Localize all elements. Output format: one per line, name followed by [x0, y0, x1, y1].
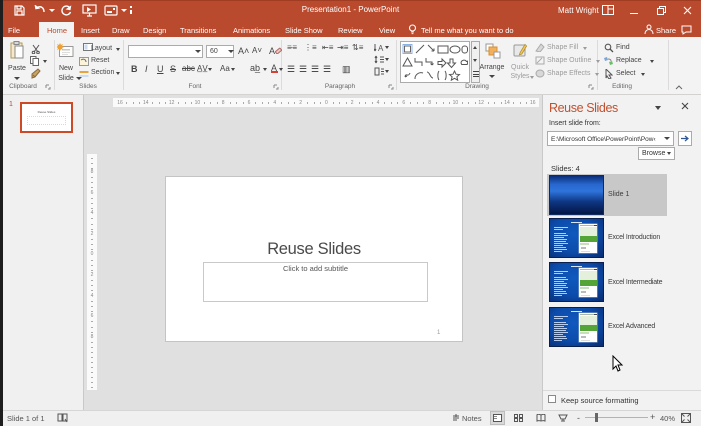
- svg-text:A: A: [378, 44, 384, 52]
